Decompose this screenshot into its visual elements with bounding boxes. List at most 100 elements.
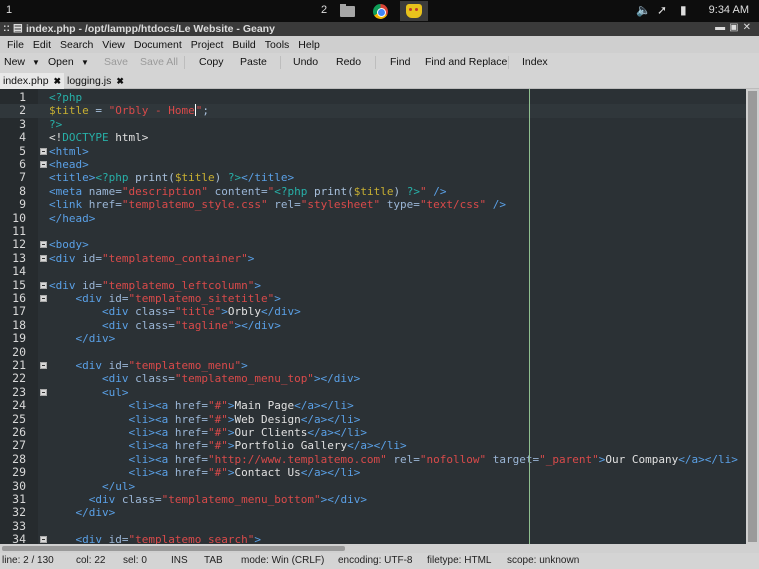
code-line[interactable]: 8 <meta name="description" content="<?php… (0, 184, 746, 198)
network-icon[interactable]: ➚ (657, 3, 667, 17)
menu-build[interactable]: Build (225, 39, 255, 51)
code-text[interactable]: </head> (49, 212, 95, 225)
menu-document[interactable]: Document (127, 39, 182, 51)
code-line[interactable]: 12 <body> (0, 237, 746, 251)
index-button[interactable]: Index (522, 56, 548, 68)
code-line[interactable]: 16 <div id="templatemo_sitetitle"> (0, 291, 746, 305)
window-menu-icon[interactable]: :: ▤ (3, 22, 23, 34)
code-text[interactable]: <li><a href="#">Web Design</a></li> (49, 413, 360, 426)
code-line[interactable]: 22 <div class="templatemo_menu_top"></di… (0, 371, 746, 385)
code-text[interactable]: </div> (49, 332, 116, 345)
save-all-button[interactable]: Save All (140, 56, 178, 68)
menu-edit[interactable]: Edit (26, 39, 51, 51)
vertical-scrollbar-thumb[interactable] (748, 91, 757, 542)
code-text[interactable]: <li><a href="#">Portfolio Gallery</a></l… (49, 439, 406, 452)
code-line[interactable]: 25 <li><a href="#">Web Design</a></li> (0, 412, 746, 426)
find-replace-button[interactable]: Find and Replace (425, 56, 507, 68)
code-text[interactable]: $title = "Orbly - Home"; (49, 104, 209, 117)
code-line[interactable]: 23 <ul> (0, 385, 746, 399)
battery-icon[interactable]: ▮ (680, 3, 687, 17)
code-text[interactable]: </ul> (49, 480, 135, 493)
undo-button[interactable]: Undo (293, 56, 318, 68)
fold-toggle-icon[interactable] (40, 281, 47, 289)
code-line[interactable]: 5 <html> (0, 144, 746, 158)
workspace-2[interactable]: 2 (321, 4, 327, 16)
code-line[interactable]: 4 <!DOCTYPE html> (0, 130, 746, 144)
menu-file[interactable]: File (0, 39, 24, 51)
code-text[interactable]: <head> (49, 158, 89, 171)
code-line[interactable]: 17 <div class="title">Orbly</div> (0, 304, 746, 318)
code-line[interactable]: 11 (0, 224, 746, 238)
copy-button[interactable]: Copy (199, 56, 224, 68)
code-line[interactable]: 1 <?php (0, 90, 746, 104)
code-line[interactable]: 34 <div id="templatemo_search"> (0, 532, 746, 544)
volume-icon[interactable]: 🔈 (636, 3, 651, 17)
code-text[interactable]: <!DOCTYPE html> (49, 131, 148, 144)
menu-tools[interactable]: Tools (258, 39, 290, 51)
code-line[interactable]: 2 $title = "Orbly - Home"; (0, 103, 746, 118)
code-text[interactable]: <div id="templatemo_leftcolumn"> (49, 279, 261, 292)
find-button[interactable]: Find (390, 56, 410, 68)
code-text[interactable]: <li><a href="#">Main Page</a></li> (49, 399, 353, 412)
code-line[interactable]: 30 </ul> (0, 479, 746, 493)
workspace-1[interactable]: 1 (6, 4, 12, 16)
fold-toggle-icon[interactable] (40, 147, 47, 155)
chrome-launcher[interactable] (367, 1, 393, 21)
code-text[interactable]: <div class="templatemo_menu_bottom"></di… (49, 493, 367, 506)
close-icon[interactable]: ✕ (743, 22, 755, 33)
code-text[interactable]: <link href="templatemo_style.css" rel="s… (49, 198, 506, 211)
fold-toggle-icon[interactable] (40, 536, 47, 544)
save-button[interactable]: Save (104, 56, 128, 68)
code-line[interactable]: 18 <div class="tagline"></div> (0, 318, 746, 332)
paste-button[interactable]: Paste (240, 56, 267, 68)
file-manager-launcher[interactable] (334, 1, 360, 21)
code-line[interactable]: 14 (0, 264, 746, 278)
code-text[interactable]: </div> (49, 506, 116, 519)
code-line[interactable]: 28 <li><a href="http://www.templatemo.co… (0, 452, 746, 466)
close-tab-icon[interactable]: ✖ (54, 76, 62, 86)
maximize-icon[interactable]: ▣ (729, 22, 742, 33)
code-line[interactable]: 19 </div> (0, 331, 746, 345)
tab-logging-js[interactable]: logging.js ✖ (64, 73, 127, 89)
menu-help[interactable]: Help (291, 39, 320, 51)
new-dropdown-icon[interactable]: ▼ (32, 58, 40, 67)
redo-button[interactable]: Redo (336, 56, 361, 68)
code-text[interactable]: <title><?php print($title) ?></title> (49, 171, 294, 184)
fold-toggle-icon[interactable] (40, 295, 47, 302)
code-line[interactable]: 7 <title><?php print($title) ?></title> (0, 170, 746, 184)
horizontal-scrollbar-thumb[interactable] (2, 546, 345, 551)
code-text[interactable]: <div class="templatemo_menu_top"></div> (49, 372, 360, 385)
code-line[interactable]: 10 </head> (0, 211, 746, 225)
tab-index-php[interactable]: index.php ✖ (0, 73, 65, 89)
fold-toggle-icon[interactable] (40, 254, 47, 262)
fold-toggle-icon[interactable] (40, 362, 47, 369)
code-text[interactable]: <ul> (49, 386, 129, 399)
menu-project[interactable]: Project (184, 39, 224, 51)
code-line[interactable]: 33 (0, 519, 746, 533)
code-text[interactable]: <div id="templatemo_menu"> (49, 359, 248, 372)
open-button[interactable]: Open (48, 56, 74, 68)
code-text[interactable]: <div class="tagline"></div> (49, 319, 281, 332)
code-text[interactable]: <?php (49, 91, 82, 104)
new-button[interactable]: New (4, 56, 25, 68)
code-line[interactable]: 15 <div id="templatemo_leftcolumn"> (0, 278, 746, 292)
clock[interactable]: 9:34 AM (709, 4, 749, 16)
minimize-icon[interactable]: ▬ (715, 22, 729, 33)
code-line[interactable]: 13 <div id="templatemo_container"> (0, 251, 746, 265)
code-line[interactable]: 26 <li><a href="#">Our Clients</a></li> (0, 425, 746, 439)
code-line[interactable]: 27 <li><a href="#">Portfolio Gallery</a>… (0, 438, 746, 452)
code-text[interactable]: <li><a href="http://www.templatemo.com" … (49, 453, 737, 466)
menu-view[interactable]: View (95, 39, 125, 51)
vertical-scrollbar[interactable] (746, 89, 759, 544)
code-editor[interactable]: 1 <?php 2 $title = "Orbly - Home"; 3 ?> 4 <!DOC… (0, 89, 746, 544)
fold-toggle-icon[interactable] (40, 388, 47, 396)
code-text[interactable]: <li><a href="#">Our Clients</a></li> (49, 426, 366, 439)
window-titlebar[interactable]: :: ▤ index.php - /opt/lampp/htdocs/Le We… (0, 22, 759, 36)
code-line[interactable]: 31 <div class="templatemo_menu_bottom"><… (0, 492, 746, 506)
code-text[interactable]: <meta name="description" content="<?php … (49, 185, 446, 198)
code-line[interactable]: 24 <li><a href="#">Main Page</a></li> (0, 398, 746, 412)
fold-toggle-icon[interactable] (40, 161, 47, 168)
code-text[interactable]: <div id="templatemo_container"> (49, 252, 254, 265)
code-text[interactable]: <div id="templatemo_search"> (49, 533, 261, 544)
geany-launcher[interactable] (400, 1, 428, 21)
